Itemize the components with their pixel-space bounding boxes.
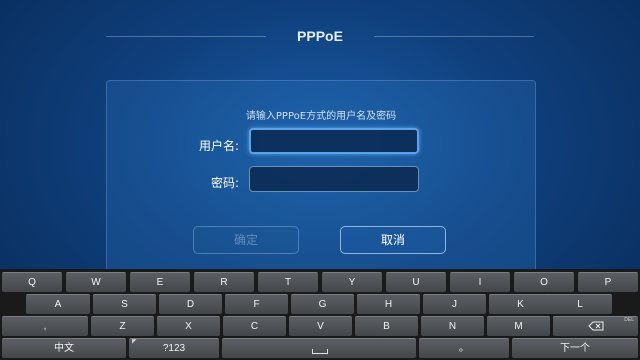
- key-e[interactable]: E: [130, 272, 190, 292]
- key-b[interactable]: B: [355, 316, 418, 336]
- period-key[interactable]: 。: [419, 338, 509, 358]
- key-q[interactable]: Q: [2, 272, 62, 292]
- onscreen-keyboard: Q W E R T Y U I O P A S D F G H J K L , …: [0, 269, 640, 360]
- backspace-icon: [587, 321, 604, 332]
- delete-key-label: DEL: [624, 317, 634, 323]
- key-w[interactable]: W: [66, 272, 126, 292]
- dialog-prompt: 请输入PPPoE方式的用户名及密码: [245, 111, 397, 122]
- title-divider-left: [106, 36, 266, 37]
- key-r[interactable]: R: [194, 272, 254, 292]
- key-l[interactable]: L: [548, 294, 612, 314]
- title-divider-right: [374, 36, 534, 37]
- key-m[interactable]: M: [487, 316, 550, 336]
- key-n[interactable]: N: [421, 316, 484, 336]
- key-a[interactable]: A: [26, 294, 90, 314]
- key-u[interactable]: U: [386, 272, 446, 292]
- key-f[interactable]: F: [225, 294, 288, 314]
- language-key[interactable]: 中文: [2, 338, 126, 358]
- next-key[interactable]: 下一个: [512, 338, 638, 358]
- key-i[interactable]: I: [450, 272, 510, 292]
- key-p[interactable]: P: [578, 272, 638, 292]
- key-t[interactable]: T: [258, 272, 318, 292]
- cancel-button[interactable]: 取消: [340, 226, 446, 254]
- key-y[interactable]: Y: [322, 272, 382, 292]
- symbols-key[interactable]: ◤ ?123: [129, 338, 219, 358]
- header: PPPoE: [0, 24, 640, 50]
- delete-key[interactable]: DEL: [553, 316, 638, 336]
- key-z[interactable]: Z: [91, 316, 154, 336]
- password-field[interactable]: [249, 166, 419, 192]
- key-v[interactable]: V: [289, 316, 352, 336]
- space-icon: [312, 349, 328, 354]
- space-key[interactable]: [222, 338, 416, 358]
- ok-button[interactable]: 确定: [193, 226, 299, 254]
- password-label: 密码:: [210, 176, 239, 190]
- pppoe-dialog: 请输入PPPoE方式的用户名及密码 用户名: 密码: 确定 取消: [106, 80, 536, 282]
- key-s[interactable]: S: [93, 294, 156, 314]
- key-c[interactable]: C: [223, 316, 286, 336]
- symbols-key-label: ?123: [162, 343, 186, 354]
- key-k[interactable]: K: [489, 294, 552, 314]
- page-title: PPPoE: [297, 28, 343, 44]
- key-g[interactable]: G: [291, 294, 354, 314]
- key-h[interactable]: H: [357, 294, 420, 314]
- key-x[interactable]: X: [157, 316, 220, 336]
- username-field[interactable]: [249, 128, 419, 154]
- username-label: 用户名:: [198, 139, 239, 153]
- settings-hint-icon: ◤: [132, 339, 137, 345]
- key-comma[interactable]: ,: [2, 316, 88, 336]
- key-j[interactable]: J: [423, 294, 486, 314]
- key-o[interactable]: O: [514, 272, 574, 292]
- key-d[interactable]: D: [159, 294, 222, 314]
